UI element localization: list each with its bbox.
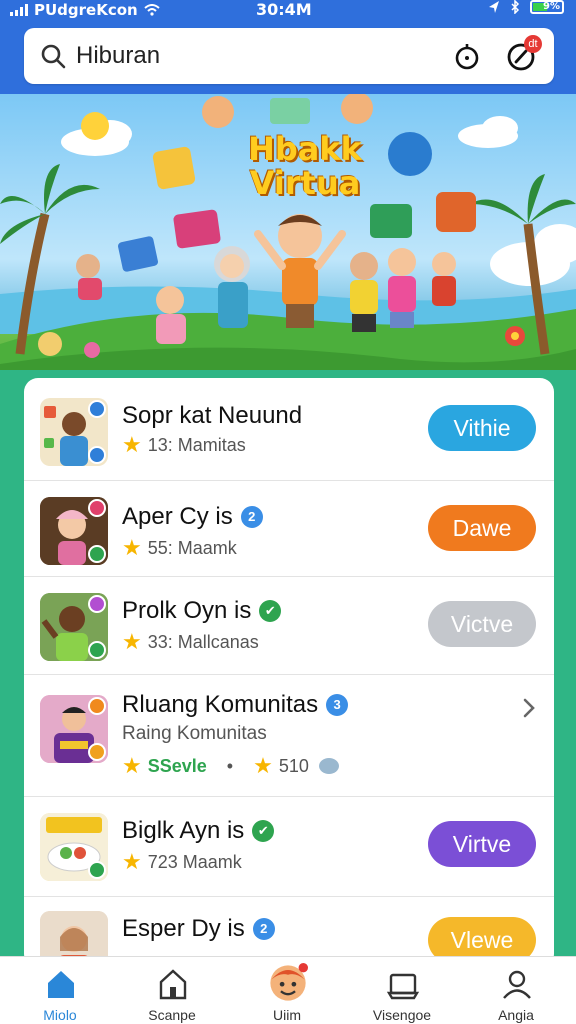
- item-meta: ★ 55: Maamk: [122, 535, 237, 560]
- item-title: Sopr kat Neuund: [122, 402, 303, 429]
- folder-icon: [386, 973, 420, 1000]
- status-right: 9%: [488, 0, 564, 14]
- add-badge: [88, 446, 106, 464]
- signal-icon: [10, 4, 28, 16]
- search-input[interactable]: Hiburan: [76, 42, 430, 70]
- battery-level: 9%: [543, 1, 560, 12]
- status-bar: PUdgreKcon 30:4M 9%: [0, 0, 576, 22]
- item-meta: ★ 13: Mamitas: [122, 432, 246, 457]
- app-thumbnail: [40, 695, 108, 763]
- chevron-right-icon[interactable]: [522, 697, 536, 719]
- verified-badge: [88, 861, 106, 879]
- item-subtitle: Raing Komunitas: [122, 723, 267, 744]
- banner-title: Hbakk Virtua: [248, 130, 362, 202]
- list-item[interactable]: Biglk Ayn is ✔ ★ 723 Maamk Virtve: [24, 797, 554, 897]
- item-meta: ★ SSevle • ★ 510: [122, 755, 339, 777]
- verified-badge: [88, 641, 106, 659]
- app-thumbnail: [40, 398, 108, 466]
- app-thumbnail: [40, 813, 108, 881]
- list-item[interactable]: Aper Cy is 2 ★ 55: Maamk Dawe: [24, 481, 554, 577]
- list-item[interactable]: Rluang Komunitas 3 Raing Komunitas ★ SSe…: [24, 675, 554, 797]
- bluetooth-icon: [511, 0, 520, 14]
- app-thumbnail: [40, 593, 108, 661]
- tab-profile-label: Angia: [498, 1007, 534, 1023]
- action-button[interactable]: Virtve: [428, 821, 536, 867]
- star-icon: ★: [122, 849, 142, 874]
- item-title: Aper Cy is 2: [122, 503, 263, 531]
- star-icon: ★: [253, 753, 273, 778]
- dot-separator: •: [226, 755, 234, 776]
- carrier-label: PUdgreKcon: [34, 1, 138, 19]
- item-meta: ★ 33: Mallcanas: [122, 629, 259, 654]
- action-button[interactable]: Dawe: [428, 505, 536, 551]
- content-sheet: Sopr kat Neuund ★ 13: Mamitas Vithie Ape…: [0, 370, 576, 968]
- tab-profile[interactable]: Angia: [466, 963, 566, 1023]
- item-title: Prolk Oyn is ✔: [122, 597, 282, 625]
- profile-icon: [503, 970, 531, 999]
- tab-home[interactable]: Miolo: [10, 963, 110, 1023]
- item-title: Biglk Ayn is ✔: [122, 817, 275, 845]
- meta-right: 510: [278, 755, 309, 776]
- notification-button[interactable]: dt: [504, 35, 542, 73]
- timer-button[interactable]: [450, 39, 484, 73]
- avatar-icon: [270, 963, 308, 1001]
- action-button[interactable]: Victve: [428, 601, 536, 647]
- star-icon: ★: [122, 629, 142, 654]
- count-badge: 3: [326, 694, 349, 716]
- star-icon: ★: [122, 753, 142, 778]
- location-icon: [489, 1, 499, 13]
- wifi-icon: [144, 4, 160, 16]
- hero-banner[interactable]: Hbakk Virtua: [0, 94, 576, 394]
- verified-icon: ✔: [252, 820, 275, 842]
- status-badge: [88, 595, 106, 613]
- item-meta: ★ 723 Maamk: [122, 849, 242, 874]
- status-time: 30:4M: [256, 0, 312, 19]
- tab-store[interactable]: Scanpe: [122, 963, 222, 1023]
- notification-badge: dt: [524, 35, 542, 53]
- count-badge: 2: [240, 506, 263, 528]
- tab-folder[interactable]: Visengoe: [352, 963, 452, 1023]
- status-badge: [88, 697, 106, 715]
- star-icon: ★: [122, 432, 142, 457]
- search-bar[interactable]: Hiburan dt: [24, 28, 554, 84]
- verified-icon: ✔: [259, 600, 282, 622]
- battery-icon: 9%: [530, 0, 564, 14]
- count-badge: 2: [252, 918, 275, 940]
- home-icon: [48, 971, 74, 998]
- item-title: Rluang Komunitas 3: [122, 691, 349, 719]
- store-icon: [159, 969, 187, 1000]
- status-badge: [88, 400, 106, 418]
- star-icon: ★: [122, 535, 142, 560]
- list-item[interactable]: Prolk Oyn is ✔ ★ 33: Mallcanas Victve: [24, 577, 554, 675]
- emoji-icon: [318, 758, 339, 774]
- app-list: Sopr kat Neuund ★ 13: Mamitas Vithie Ape…: [24, 378, 554, 968]
- search-icon: [41, 44, 66, 69]
- tab-folder-label: Visengoe: [372, 1007, 432, 1023]
- tab-avatar[interactable]: Uiim: [237, 963, 337, 1023]
- status-badge: [88, 499, 106, 517]
- tab-store-label: Scanpe: [148, 1007, 196, 1023]
- list-item[interactable]: Sopr kat Neuund ★ 13: Mamitas Vithie: [24, 378, 554, 481]
- timer-icon: [455, 44, 479, 70]
- verified-badge: [88, 545, 106, 563]
- item-title: Esper Dy is 2: [122, 915, 275, 943]
- app-thumbnail: [40, 497, 108, 565]
- tab-avatar-label: Uiim: [273, 1007, 301, 1023]
- bottom-nav: Miolo Scanpe Uiim Visengoe Angia: [0, 956, 576, 1024]
- tab-home-label: Miolo: [43, 1007, 77, 1023]
- verified-badge: [88, 743, 106, 761]
- action-button[interactable]: Vithie: [428, 405, 536, 451]
- meta-left: SSevle: [147, 755, 207, 776]
- status-left: PUdgreKcon: [10, 1, 160, 19]
